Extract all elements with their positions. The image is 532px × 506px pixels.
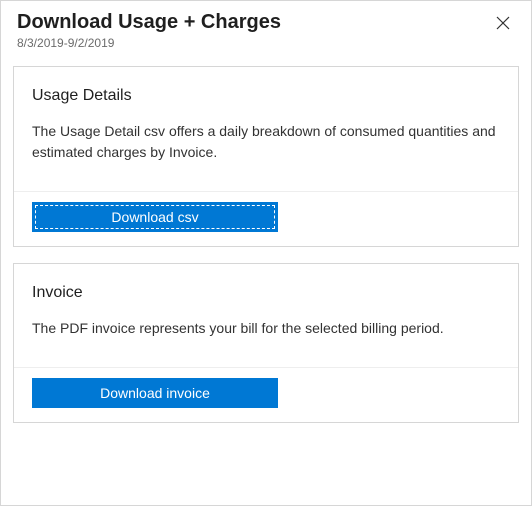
dialog-content: Usage Details The Usage Detail csv offer… bbox=[1, 54, 531, 451]
dialog-header: Download Usage + Charges 8/3/2019-9/2/20… bbox=[1, 1, 531, 54]
download-invoice-button[interactable]: Download invoice bbox=[32, 378, 278, 408]
usage-card-description: The Usage Detail csv offers a daily brea… bbox=[32, 121, 500, 163]
usage-card-footer: Download csv bbox=[14, 191, 518, 246]
invoice-card-footer: Download invoice bbox=[14, 367, 518, 422]
invoice-card: Invoice The PDF invoice represents your … bbox=[13, 263, 519, 423]
dialog-title: Download Usage + Charges bbox=[17, 9, 491, 35]
invoice-card-body: Invoice The PDF invoice represents your … bbox=[14, 264, 518, 367]
header-text-block: Download Usage + Charges 8/3/2019-9/2/20… bbox=[17, 9, 491, 50]
invoice-card-title: Invoice bbox=[32, 284, 500, 302]
dialog-date-range: 8/3/2019-9/2/2019 bbox=[17, 36, 491, 50]
close-icon bbox=[495, 15, 511, 31]
usage-details-card: Usage Details The Usage Detail csv offer… bbox=[13, 66, 519, 247]
usage-card-body: Usage Details The Usage Detail csv offer… bbox=[14, 67, 518, 191]
close-button[interactable] bbox=[491, 11, 515, 35]
download-csv-button[interactable]: Download csv bbox=[32, 202, 278, 232]
invoice-card-description: The PDF invoice represents your bill for… bbox=[32, 318, 500, 339]
usage-card-title: Usage Details bbox=[32, 87, 500, 105]
